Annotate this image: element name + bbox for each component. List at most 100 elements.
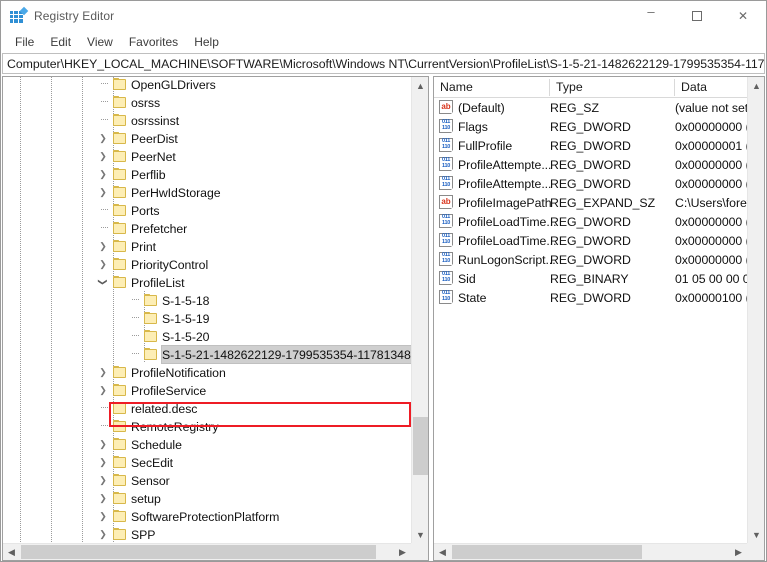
tree-item-label-wrap[interactable]: related.desc bbox=[131, 400, 201, 417]
tree-item[interactable]: ❯ PeerNet bbox=[3, 147, 411, 165]
tree-item[interactable]: ❯ PeerDist bbox=[3, 129, 411, 147]
tree-item-label-wrap[interactable]: ProfileList bbox=[131, 274, 188, 291]
values-horizontal-scrollbar[interactable]: ◀ ▶ bbox=[434, 543, 747, 560]
tree-item-label-wrap[interactable]: ProfileNotification bbox=[131, 364, 230, 381]
tree-item-label-wrap[interactable]: osrssinst bbox=[131, 112, 183, 129]
tree-item-label-wrap[interactable]: SecEdit bbox=[131, 454, 177, 471]
tree-item[interactable]: S-1-5-20 bbox=[3, 327, 411, 345]
menu-item-edit[interactable]: Edit bbox=[42, 32, 79, 53]
menu-item-view[interactable]: View bbox=[79, 32, 121, 53]
chevron-right-icon[interactable]: ❯ bbox=[95, 183, 111, 201]
tree-item-label-wrap[interactable]: osrss bbox=[131, 94, 164, 111]
tree-item-label-wrap[interactable]: PeerDist bbox=[131, 130, 182, 147]
values-list[interactable]: ab (Default) REG_SZ (value not set) 011 110 Fl… bbox=[434, 98, 764, 541]
menu-item-favorites[interactable]: Favorites bbox=[121, 32, 186, 53]
value-row[interactable]: 011 110 Sid REG_BINARY 01 05 00 00 00 00 bbox=[434, 269, 764, 288]
address-bar[interactable]: Computer\HKEY_LOCAL_MACHINE\SOFTWARE\Mic… bbox=[2, 53, 765, 74]
chevron-right-icon[interactable]: ❯ bbox=[95, 453, 111, 471]
chevron-right-icon[interactable]: ❯ bbox=[95, 147, 111, 165]
maximize-button[interactable] bbox=[674, 1, 720, 30]
tree-item-label-wrap[interactable]: Print bbox=[131, 238, 160, 255]
tree-item[interactable]: related.desc bbox=[3, 399, 411, 417]
tree-item[interactable]: ❯ Perflib bbox=[3, 165, 411, 183]
tree-item-label-wrap[interactable]: Sensor bbox=[131, 472, 174, 489]
tree-item[interactable]: ❯ ProfileList bbox=[3, 273, 411, 291]
tree-item-label-wrap[interactable]: Prefetcher bbox=[131, 220, 191, 237]
tree-item-label-wrap[interactable]: Schedule bbox=[131, 436, 186, 453]
value-row[interactable]: 011110StateREG_DWORD0x00000100 (256) bbox=[434, 288, 764, 307]
tree-item-label-wrap[interactable]: PeerNet bbox=[131, 148, 180, 165]
values-scroll-right-icon[interactable]: ▶ bbox=[730, 544, 747, 560]
tree-item-label-wrap[interactable]: SoftwareProtectionPlatform bbox=[131, 508, 283, 525]
tree-item[interactable]: RemoteRegistry bbox=[3, 417, 411, 435]
values-scroll-left-icon[interactable]: ◀ bbox=[434, 544, 451, 560]
tree-item[interactable]: ❯ PerHwIdStorage bbox=[3, 183, 411, 201]
tree-item-label-wrap[interactable]: ProfileService bbox=[131, 382, 210, 399]
chevron-right-icon[interactable]: ❯ bbox=[95, 363, 111, 381]
tree-item[interactable]: Prefetcher bbox=[3, 219, 411, 237]
tree-item[interactable]: Ports bbox=[3, 201, 411, 219]
tree-scroll-right-icon[interactable]: ▶ bbox=[394, 544, 411, 560]
chevron-right-icon[interactable]: ❯ bbox=[95, 489, 111, 507]
column-header-type[interactable]: Type bbox=[550, 77, 675, 97]
chevron-right-icon[interactable]: ❯ bbox=[95, 435, 111, 453]
tree-item-label-wrap[interactable]: S-1-5-20 bbox=[162, 328, 213, 345]
tree-item-label-wrap[interactable]: S-1-5-19 bbox=[162, 310, 213, 327]
tree-item-label-wrap[interactable]: OpenGLDrivers bbox=[131, 77, 220, 93]
chevron-right-icon[interactable]: ❯ bbox=[95, 471, 111, 489]
tree-item-label-wrap[interactable]: PriorityControl bbox=[131, 256, 212, 273]
tree-item-label-wrap[interactable]: S-1-5-18 bbox=[162, 292, 213, 309]
value-row[interactable]: 011 110 ProfileLoadTime... REG_DWORD 0x00000… bbox=[434, 212, 764, 231]
value-row[interactable]: ab (Default) REG_SZ (value not set) bbox=[434, 98, 764, 117]
chevron-right-icon[interactable]: ❯ bbox=[95, 165, 111, 183]
values-scroll-up-icon[interactable]: ▲ bbox=[748, 77, 764, 94]
tree-item[interactable]: ❯ SPP bbox=[3, 525, 411, 542]
value-row[interactable]: 011 110 FullProfile REG_DWORD 0x00000001 (1) bbox=[434, 136, 764, 155]
value-row[interactable]: 011 110 Flags REG_DWORD 0x00000000 (0) bbox=[434, 117, 764, 136]
tree-item[interactable]: ❯ PriorityControl bbox=[3, 255, 411, 273]
tree-item[interactable]: ❯ Schedule bbox=[3, 435, 411, 453]
value-row[interactable]: 011 110 RunLogonScript... REG_DWORD 0x000000… bbox=[434, 250, 764, 269]
value-row[interactable]: ab ProfileImagePath REG_EXPAND_SZ C:\Users\… bbox=[434, 193, 764, 212]
tree-vertical-scrollbar[interactable]: ▲ ▼ bbox=[411, 77, 428, 543]
tree-item[interactable]: ❯ Sensor bbox=[3, 471, 411, 489]
tree-item[interactable]: ❯ ProfileNotification bbox=[3, 363, 411, 381]
tree-item-label-wrap[interactable]: setup bbox=[131, 490, 165, 507]
tree-scroll-down-icon[interactable]: ▼ bbox=[412, 526, 428, 543]
tree-item[interactable]: S-1-5-18 bbox=[3, 291, 411, 309]
tree-item[interactable]: ❯ setup bbox=[3, 489, 411, 507]
close-button[interactable]: ✕ bbox=[720, 1, 766, 30]
tree-item[interactable]: ❯ Print bbox=[3, 237, 411, 255]
menu-item-file[interactable]: File bbox=[7, 32, 42, 53]
tree-item[interactable]: ❯ SoftwareProtectionPlatform bbox=[3, 507, 411, 525]
tree-item-selected[interactable]: S-1-5-21-1482622129-1799535354-117813482… bbox=[3, 345, 411, 364]
tree-scroll-up-icon[interactable]: ▲ bbox=[412, 77, 428, 94]
chevron-right-icon[interactable]: ❯ bbox=[95, 525, 111, 542]
value-row[interactable]: 011 110 ProfileLoadTime... REG_DWORD 0x00000… bbox=[434, 231, 764, 250]
values-vertical-scrollbar[interactable]: ▲ ▼ bbox=[747, 77, 764, 543]
chevron-down-icon[interactable]: ❯ bbox=[94, 274, 112, 290]
tree-item-label-wrap[interactable]: Perflib bbox=[131, 166, 170, 183]
values-scroll-down-icon[interactable]: ▼ bbox=[748, 526, 764, 543]
tree-scroll-left-icon[interactable]: ◀ bbox=[3, 544, 20, 560]
tree-horizontal-scrollbar[interactable]: ◀ ▶ bbox=[3, 543, 411, 560]
tree-item[interactable]: OpenGLDrivers bbox=[3, 77, 411, 93]
tree-item[interactable]: osrssinst bbox=[3, 111, 411, 129]
value-row[interactable]: 011 110 ProfileAttempte... REG_DWORD 0x00000… bbox=[434, 174, 764, 193]
tree-item[interactable]: ❯ SecEdit bbox=[3, 453, 411, 471]
registry-tree[interactable]: OpenGLDrivers osrss osrssinst ❯ PeerDist ❯ Pee… bbox=[3, 77, 411, 542]
menu-item-help[interactable]: Help bbox=[186, 32, 227, 53]
value-row[interactable]: 011 110 ProfileAttempte... REG_DWORD 0x00000… bbox=[434, 155, 764, 174]
tree-hscroll-thumb[interactable] bbox=[21, 545, 376, 559]
chevron-right-icon[interactable]: ❯ bbox=[95, 507, 111, 525]
minimize-button[interactable]: – bbox=[628, 1, 674, 30]
tree-item-label-wrap[interactable]: PerHwIdStorage bbox=[131, 184, 225, 201]
column-header-name[interactable]: Name bbox=[434, 77, 550, 97]
chevron-right-icon[interactable]: ❯ bbox=[95, 255, 111, 273]
tree-item-label-wrap[interactable]: RemoteRegistry bbox=[131, 418, 222, 435]
tree-item[interactable]: osrss bbox=[3, 93, 411, 111]
chevron-right-icon[interactable]: ❯ bbox=[95, 381, 111, 399]
chevron-right-icon[interactable]: ❯ bbox=[95, 237, 111, 255]
tree-item-label-wrap[interactable]: S-1-5-21-1482622129-1799535354-117813482… bbox=[161, 345, 411, 364]
tree-item[interactable]: ❯ ProfileService bbox=[3, 381, 411, 399]
